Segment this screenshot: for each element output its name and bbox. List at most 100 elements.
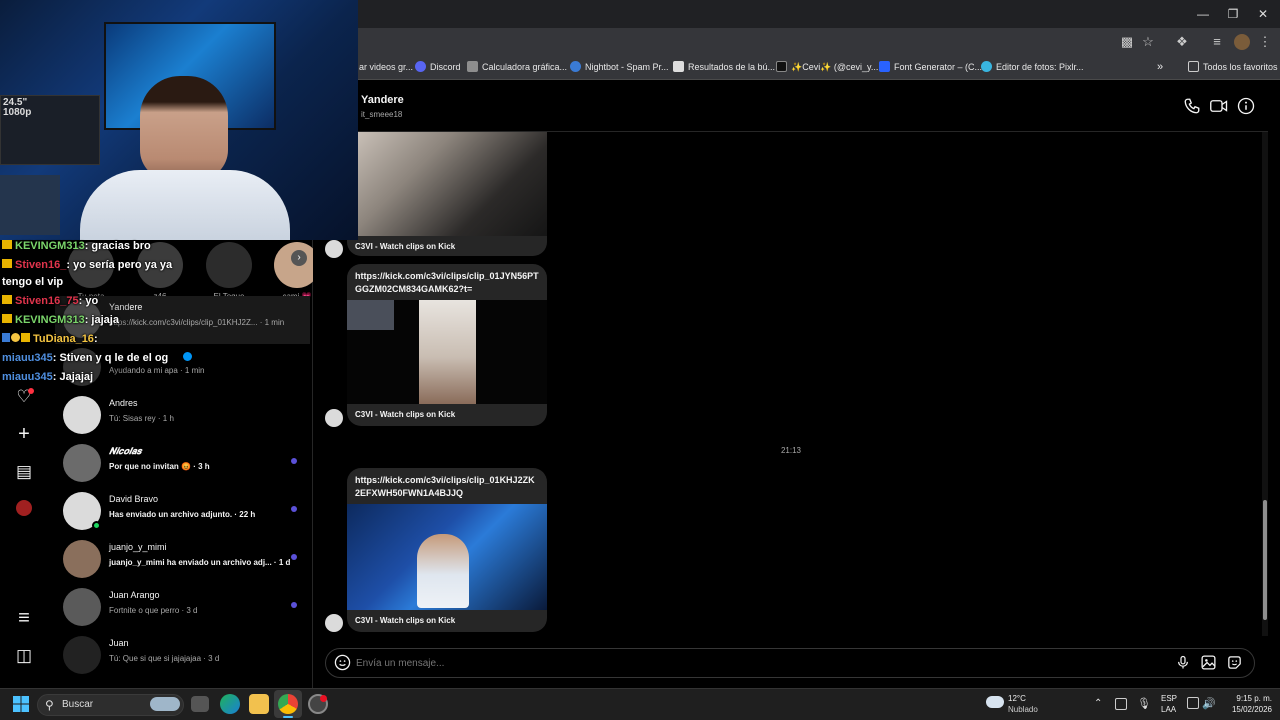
contact-handle: it_smeee18 [361,110,403,119]
avatar [63,636,101,674]
message-input[interactable] [356,653,1156,673]
unread-dot [291,602,297,608]
tray-app-icon[interactable] [1115,698,1127,710]
task-view-icon[interactable] [191,696,209,712]
conversation-name: 𝑵𝒊𝒄𝒐𝒍𝒂𝒔 [109,446,142,456]
avatar [63,396,101,434]
microphone-icon[interactable]: 🎙 [1137,697,1151,710]
bookmark-item[interactable]: Calculadora gráfica... [467,59,567,75]
clock-date[interactable]: 15/02/2026 [1220,705,1272,714]
font-generator-icon [879,61,890,72]
tiktok-icon [776,61,787,72]
sticker-icon[interactable] [1226,654,1243,671]
volume-icon[interactable]: 🔊 [1202,697,1216,710]
phone-call-icon[interactable] [1183,97,1201,115]
extensions-icon[interactable]: ❖ [1173,33,1191,51]
conversation-item[interactable]: 𝑵𝒊𝒄𝒐𝒍𝒂𝒔 Por que no invitan 😡 · 3 h [55,440,310,488]
bookmark-item[interactable]: Nightbot - Spam Pr... [570,59,669,75]
chrome-icon[interactable] [278,694,298,714]
bookmark-item[interactable]: Editor de fotos: Pixlr... [981,59,1084,75]
clip-message-card[interactable]: C3VI - Watch clips on Kick [347,132,547,256]
conversation-item[interactable]: Juan Arango Fortnite o que perro · 3 d [55,584,310,632]
clip-message-card[interactable]: https://kick.com/c3vi/clips/clip_01JYN56… [347,264,547,426]
conversation-item[interactable]: Andres Tú: Sisas rey · 1 h [55,392,310,440]
sender-avatar [325,240,343,258]
pixlr-icon [981,61,992,72]
search-icon: ⚲ [45,698,54,712]
profile-avatar[interactable] [16,500,32,516]
nightbot-icon [570,61,581,72]
clip-link[interactable]: https://kick.com/c3vi/clips/clip_01KHJ2Z… [347,468,547,504]
online-status-dot [92,521,101,530]
clip-inset [347,300,394,330]
bookmarks-overflow-icon[interactable]: » [1157,59,1163,75]
create-plus-icon[interactable]: + [12,422,36,446]
badge-icon [11,333,20,342]
dashboard-icon[interactable]: ▤ [12,460,36,484]
stream-chat-line: TuDiana_16: [2,333,98,345]
clip-thumbnail[interactable] [347,504,547,610]
avatar [206,242,252,288]
restore-icon[interactable]: ❐ [1222,4,1244,24]
clip-thumbnail[interactable] [347,300,547,404]
edge-icon[interactable] [220,694,240,714]
network-icon[interactable] [1187,697,1199,709]
chat-scrollbar-thumb[interactable] [1263,500,1267,620]
all-favorites[interactable]: Todos los favoritos [1188,59,1278,75]
media-control-icon[interactable]: ≡ [1208,33,1226,51]
notes-next-icon[interactable]: › [291,250,307,266]
bookmark-item[interactable]: ✨Cevi✨ (@cevi_y... [776,59,878,75]
bookmark-star-icon[interactable]: ☆ [1139,33,1157,51]
voice-message-icon[interactable] [1175,654,1191,671]
bookmark-item[interactable]: Discord [415,59,461,75]
bookmark-item[interactable]: Font Generator – (C... [879,59,982,75]
note-item[interactable]: El Toque [204,242,254,301]
menu-icon[interactable]: ≡ [12,606,36,630]
conversation-name: Juan Arango [109,590,160,600]
clip-message-card[interactable]: https://kick.com/c3vi/clips/clip_01KHJ2Z… [347,468,547,632]
language-bottom[interactable]: LAA [1161,705,1176,714]
bookmark-item[interactable]: ar videos gr... [359,59,413,75]
stream-chat-line: miauu345: Jajajaj [2,371,94,383]
image-upload-icon[interactable] [1200,654,1217,671]
pc-hardware [0,175,60,235]
conversation-item[interactable]: juanjo_y_mimi juanjo_y_mimi ha enviado u… [55,536,310,584]
conversation-preview: Tú: Sisas rey · 1 h [109,414,174,423]
minimize-icon[interactable]: — [1192,4,1214,24]
profile-avatar[interactable] [1234,34,1250,50]
emoji-icon[interactable] [334,654,351,671]
stream-chat-line: miauu345: Stiven y q le de el og [2,352,169,364]
unread-dot [291,458,297,464]
bookmark-item[interactable]: Resultados de la bú... [673,59,775,75]
conversation-info-icon[interactable] [1237,97,1255,115]
time-divider: 21:13 [780,446,802,455]
conversation-item[interactable]: David Bravo Has enviado un archivo adjun… [55,488,310,536]
install-app-icon[interactable]: ▩ [1118,33,1136,51]
conversation-item[interactable]: Juan Tú: Que si que si jajajajaa · 3 d [55,632,310,680]
conversation-preview: Has enviado un archivo adjunto. · 22 h [109,510,256,519]
clip-link[interactable]: https://kick.com/c3vi/clips/clip_01JYN56… [347,264,547,300]
conversation-name: Andres [109,398,138,408]
windows-start-icon[interactable] [13,696,29,712]
conversation-name: juanjo_y_mimi [109,542,167,552]
language-top[interactable]: ESP [1161,694,1177,703]
clip-thumbnail[interactable] [347,132,547,236]
close-icon[interactable]: ✕ [1252,4,1274,24]
tray-overflow-icon[interactable]: ⌃ [1094,698,1102,709]
cloud-weather-icon[interactable] [986,696,1004,708]
unread-dot [291,554,297,560]
more-apps-icon[interactable]: ◫ [12,644,36,668]
contact-name[interactable]: Yandere [361,94,404,106]
chat-header [313,80,1268,132]
badge-icon [2,333,10,342]
clock-time[interactable]: 9:15 p. m. [1220,694,1272,703]
avatar [63,588,101,626]
file-explorer-icon[interactable] [249,694,269,714]
notification-badge [320,695,327,702]
webcam-overlay: 24.5" 1080p [0,0,358,240]
clip-person [417,534,469,608]
sender-avatar [325,409,343,427]
search-label: Buscar [62,699,94,710]
more-menu-icon[interactable]: ⋮ [1256,33,1274,51]
video-call-icon[interactable] [1209,97,1229,115]
